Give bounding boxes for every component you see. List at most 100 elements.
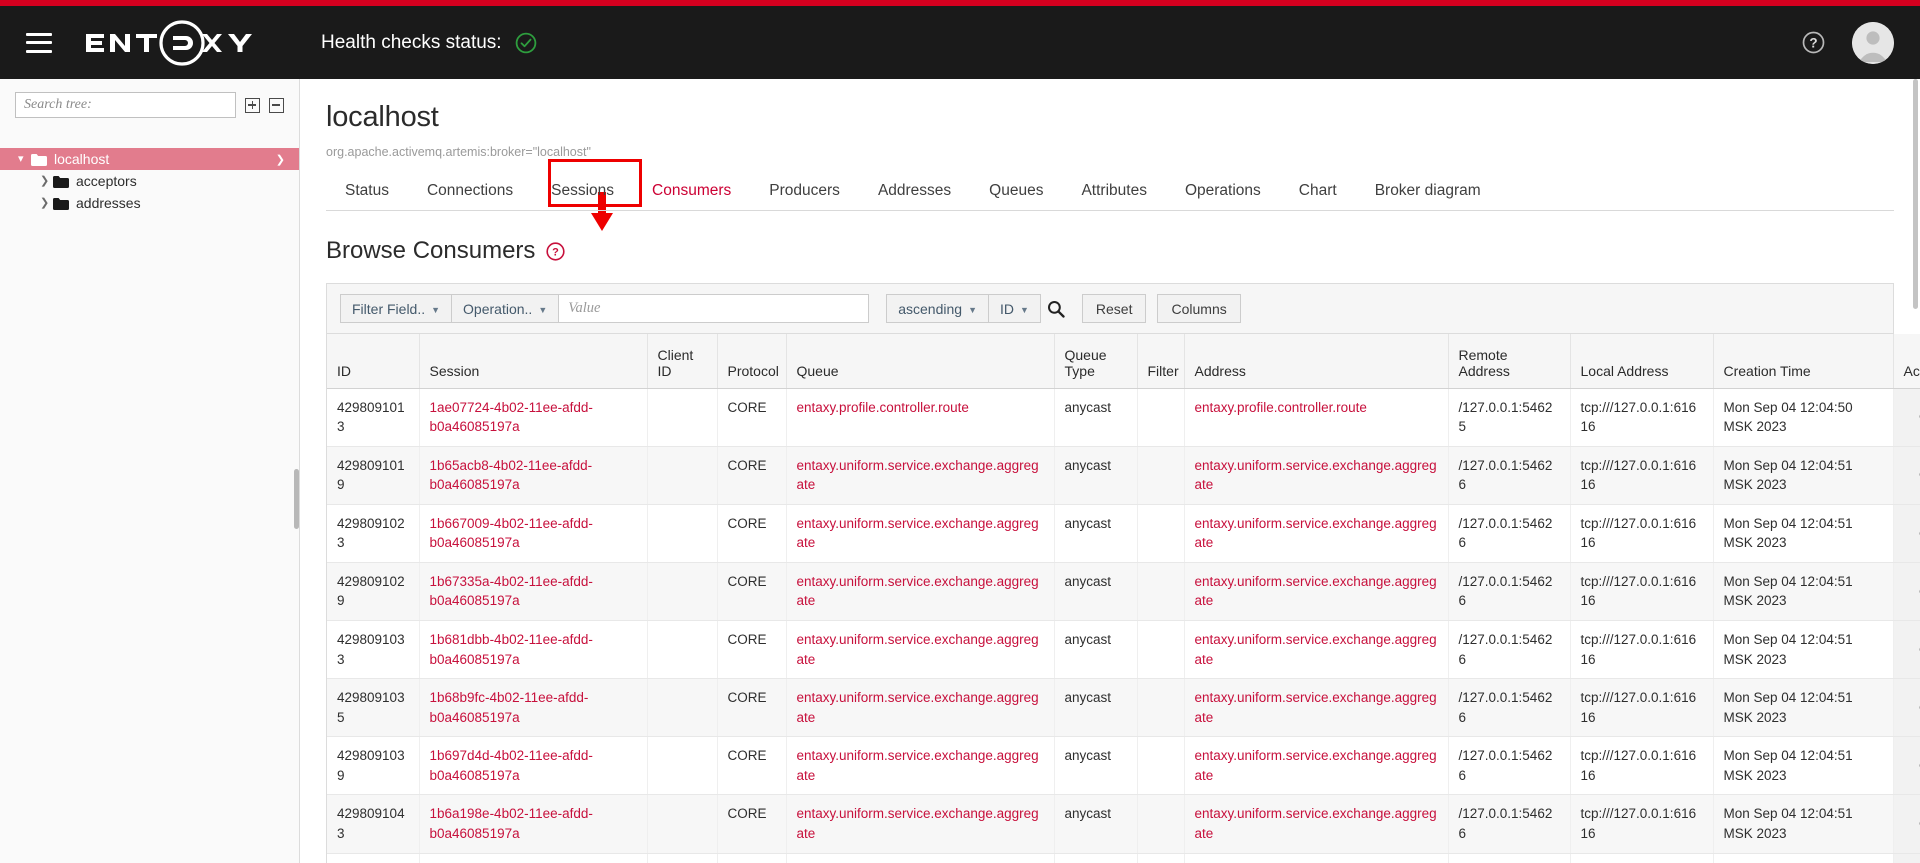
cell-queue[interactable]: entaxy.uniform.service.exchange.aggregat… xyxy=(786,446,1055,505)
filter-field-dropdown[interactable]: Filter Field.. ▼ xyxy=(340,294,453,323)
column-header-queue[interactable]: Queue xyxy=(786,334,1055,389)
close-consumer-button[interactable]: Close xyxy=(1905,635,1920,665)
entaxy-logo[interactable] xyxy=(78,15,263,71)
close-consumer-button[interactable]: Close xyxy=(1905,751,1920,781)
tab-consumers[interactable]: Consumers xyxy=(633,172,750,210)
search-icon[interactable] xyxy=(1041,294,1071,323)
cell-queue[interactable]: entaxy.uniform.service.exchange.aggregat… xyxy=(786,794,1055,854)
cell-client-id xyxy=(647,562,718,622)
chevron-down-icon: ▼ xyxy=(1019,304,1029,315)
reset-button[interactable]: Reset xyxy=(1081,294,1147,323)
sort-field-dropdown[interactable]: ID ▼ xyxy=(988,294,1041,323)
chevron-right-icon: ❯ xyxy=(40,196,50,209)
cell-session[interactable]: 1b667009-4b02-11ee-afdd-b0a46085197a xyxy=(419,504,648,563)
close-consumer-button[interactable]: Close xyxy=(1905,519,1920,549)
column-header-creation-time[interactable]: Creation Time xyxy=(1713,334,1894,389)
tab-producers[interactable]: Producers xyxy=(750,172,859,210)
cell-address[interactable]: entaxy.uniform.service.exchange.aggregat… xyxy=(1184,562,1449,622)
cell-session[interactable]: 1b6adcdf-4b02-11ee-afdd-b0a46085197a xyxy=(419,853,648,863)
chevron-down-icon: ▼ xyxy=(968,304,977,315)
cell-client-id xyxy=(647,736,718,796)
broker-tree: ▾ localhost ❯ ❯ acceptors ❯ addresses xyxy=(0,148,299,214)
cell-address[interactable]: entaxy.uniform.service.exchange.aggregat… xyxy=(1184,794,1449,854)
cell-session[interactable]: 1ae07724-4b02-11ee-afdd-b0a46085197a xyxy=(419,388,648,447)
cell-address[interactable]: entaxy.uniform.service.exchange.aggregat… xyxy=(1184,853,1449,863)
cell-queue[interactable]: entaxy.uniform.service.exchange.aggregat… xyxy=(786,853,1055,863)
header-actions: ? xyxy=(1801,21,1894,64)
cell-queue-type: anycast xyxy=(1054,446,1138,505)
sidebar-item-addresses[interactable]: ❯ addresses xyxy=(0,192,299,214)
close-consumer-button[interactable]: Close xyxy=(1905,809,1920,839)
main-scrollbar-thumb[interactable] xyxy=(1913,79,1918,309)
column-header-id[interactable]: ID xyxy=(327,334,420,389)
cell-client-id xyxy=(647,853,718,863)
cell-actions: Close xyxy=(1893,446,1920,505)
cell-address[interactable]: entaxy.uniform.service.exchange.aggregat… xyxy=(1184,446,1449,505)
cell-session[interactable]: 1b68b9fc-4b02-11ee-afdd-b0a46085197a xyxy=(419,678,648,738)
hamburger-icon[interactable] xyxy=(26,32,52,53)
cell-session[interactable]: 1b697d4d-4b02-11ee-afdd-b0a46085197a xyxy=(419,736,648,796)
cell-address[interactable]: entaxy.profile.controller.route xyxy=(1184,388,1449,447)
sidebar-item-localhost[interactable]: ▾ localhost ❯ xyxy=(0,148,299,170)
tab-queues[interactable]: Queues xyxy=(970,172,1062,210)
column-header-remote-address[interactable]: Remote Address xyxy=(1448,334,1571,389)
cell-actions: Close xyxy=(1893,736,1920,796)
search-tree-input[interactable] xyxy=(15,92,236,118)
cell-session[interactable]: 1b6a198e-4b02-11ee-afdd-b0a46085197a xyxy=(419,794,648,854)
cell-address[interactable]: entaxy.uniform.service.exchange.aggregat… xyxy=(1184,736,1449,796)
cell-session[interactable]: 1b67335a-4b02-11ee-afdd-b0a46085197a xyxy=(419,562,648,622)
tab-connections[interactable]: Connections xyxy=(408,172,532,210)
column-header-client-id[interactable]: Client ID xyxy=(647,334,718,389)
section-title: Browse Consumers xyxy=(326,237,536,264)
cell-client-id xyxy=(647,388,718,447)
tab-addresses[interactable]: Addresses xyxy=(859,172,970,210)
operation-dropdown[interactable]: Operation.. ▼ xyxy=(452,294,560,323)
close-consumer-button[interactable]: Close xyxy=(1905,693,1920,723)
column-header-address[interactable]: Address xyxy=(1184,334,1449,389)
svg-text:?: ? xyxy=(1809,36,1817,51)
cell-id: 4298091039 xyxy=(327,736,420,796)
expand-all-icon[interactable] xyxy=(245,97,260,113)
tab-broker-diagram[interactable]: Broker diagram xyxy=(1356,172,1500,210)
columns-button[interactable]: Columns xyxy=(1157,294,1241,323)
user-avatar-icon[interactable] xyxy=(1852,21,1894,64)
sidebar-item-acceptors[interactable]: ❯ acceptors xyxy=(0,170,299,192)
tab-attributes[interactable]: Attributes xyxy=(1062,172,1165,210)
cell-address[interactable]: entaxy.uniform.service.exchange.aggregat… xyxy=(1184,620,1449,680)
cell-queue[interactable]: entaxy.uniform.service.exchange.aggregat… xyxy=(786,504,1055,563)
cell-session[interactable]: 1b65acb8-4b02-11ee-afdd-b0a46085197a xyxy=(419,446,648,505)
cell-queue[interactable]: entaxy.uniform.service.exchange.aggregat… xyxy=(786,736,1055,796)
question-circle-icon[interactable]: ? xyxy=(1801,30,1826,55)
column-header-local-address[interactable]: Local Address xyxy=(1570,334,1714,389)
column-header-filter[interactable]: Filter xyxy=(1137,334,1185,389)
cell-client-id xyxy=(647,794,718,854)
sidebar-scrollbar-thumb[interactable] xyxy=(294,469,299,529)
cell-client-id xyxy=(647,446,718,505)
column-header-queue-type[interactable]: Queue Type xyxy=(1054,334,1138,389)
close-consumer-button[interactable]: Close xyxy=(1905,577,1920,607)
tab-operations[interactable]: Operations xyxy=(1166,172,1280,210)
tab-sessions[interactable]: Sessions xyxy=(532,172,633,210)
question-circle-icon[interactable]: ? xyxy=(546,241,566,261)
cell-address[interactable]: entaxy.uniform.service.exchange.aggregat… xyxy=(1184,504,1449,563)
cell-local-address: tcp:///127.0.0.1:61616 xyxy=(1570,620,1714,680)
close-consumer-button[interactable]: Close xyxy=(1905,460,1920,490)
column-header-protocol[interactable]: Protocol xyxy=(717,334,787,389)
cell-protocol: CORE xyxy=(717,736,787,796)
cell-queue-type: anycast xyxy=(1054,678,1138,738)
close-consumer-button[interactable]: Close xyxy=(1905,402,1920,432)
collapse-all-icon[interactable] xyxy=(269,97,284,113)
cell-session[interactable]: 1b681dbb-4b02-11ee-afdd-b0a46085197a xyxy=(419,620,648,680)
column-header-session[interactable]: Session xyxy=(419,334,648,389)
filter-value-input[interactable] xyxy=(559,294,870,323)
cell-queue[interactable]: entaxy.uniform.service.exchange.aggregat… xyxy=(786,562,1055,622)
tab-status[interactable]: Status xyxy=(326,172,408,210)
sort-direction-dropdown[interactable]: ascending ▼ xyxy=(886,294,989,323)
cell-queue[interactable]: entaxy.uniform.service.exchange.aggregat… xyxy=(786,678,1055,738)
cell-address[interactable]: entaxy.uniform.service.exchange.aggregat… xyxy=(1184,678,1449,738)
cell-queue[interactable]: entaxy.uniform.service.exchange.aggregat… xyxy=(786,620,1055,680)
cell-queue[interactable]: entaxy.profile.controller.route xyxy=(786,388,1055,447)
check-circle-icon xyxy=(515,32,537,54)
cell-id: 4298091029 xyxy=(327,562,420,622)
tab-chart[interactable]: Chart xyxy=(1280,172,1356,210)
